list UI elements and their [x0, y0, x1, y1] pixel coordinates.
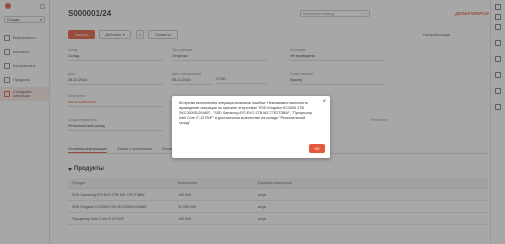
error-dialog: Во время выполнения операции возникли ош… [172, 96, 330, 158]
close-icon[interactable]: × [322, 99, 326, 105]
error-message: Во время выполнения операции возникли ош… [179, 101, 312, 125]
ok-button[interactable]: ОК [309, 144, 325, 153]
